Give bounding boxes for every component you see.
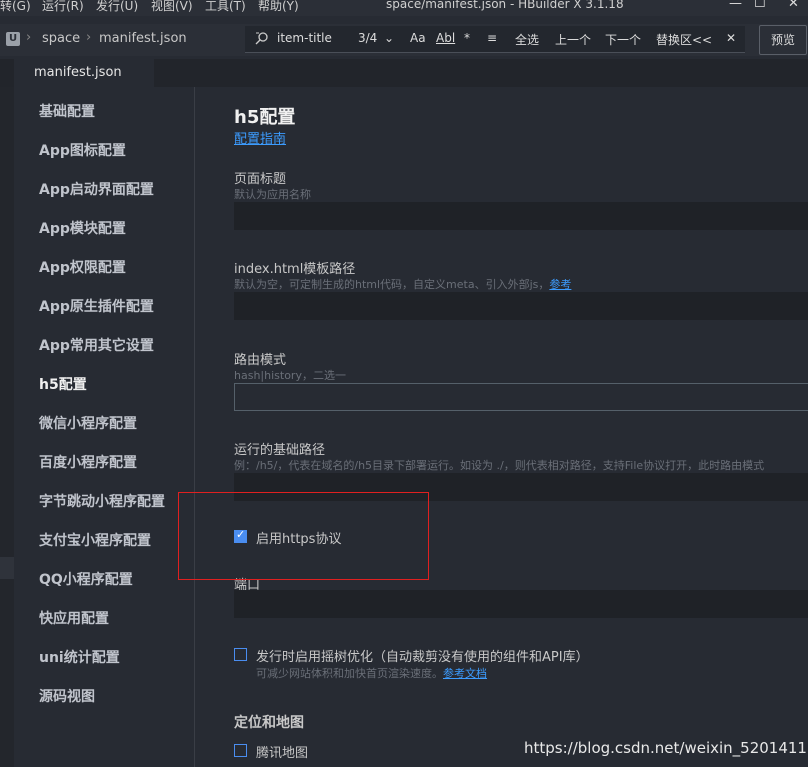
search-icon xyxy=(255,31,269,45)
sidebar-item-source-view[interactable]: 源码视图 xyxy=(39,686,95,706)
close-window-icon[interactable]: ✕ xyxy=(788,0,799,11)
map-section-title: 定位和地图 xyxy=(234,715,304,731)
template-path-hint: 默认为空，可定制生成的html代码，自定义meta、引入外部js，参考 xyxy=(234,278,572,291)
whole-word-toggle[interactable]: Abl xyxy=(436,31,455,45)
sidebar-item-alipay[interactable]: 支付宝小程序配置 xyxy=(39,530,151,550)
breadcrumb-project[interactable]: space xyxy=(42,31,80,46)
chevron-down-icon[interactable]: ⌄ xyxy=(384,31,394,45)
minimize-icon[interactable]: — xyxy=(729,0,742,11)
sidebar-item-quickapp[interactable]: 快应用配置 xyxy=(39,608,109,628)
menu-view[interactable]: 视图(V) xyxy=(151,0,193,14)
watermark: https://blog.csdn.net/weixin_52014110 xyxy=(524,739,808,757)
h5-config-panel: h5配置 配置指南 页面标题 默认为应用名称 index.html模板路径 默认… xyxy=(195,87,808,767)
gutter-marker xyxy=(0,557,14,579)
page-title-hint: 默认为应用名称 xyxy=(234,188,311,201)
menu-goto[interactable]: 转(G) xyxy=(0,0,31,14)
find-prev-button[interactable]: 上一个 xyxy=(555,31,591,48)
treeshake-checkbox[interactable] xyxy=(234,648,247,661)
sidebar-item-app-icon[interactable]: App图标配置 xyxy=(39,140,126,160)
sidebar-item-baidu[interactable]: 百度小程序配置 xyxy=(39,452,137,472)
sidebar-item-uni-stats[interactable]: uni统计配置 xyxy=(39,647,120,667)
base-path-hint: 例：/h5/，代表在域名的/h5目录下部署运行。如设为 ./，则代表相对路径，支… xyxy=(234,459,765,472)
window-title: space/manifest.json - HBuilder X 3.1.18 xyxy=(386,0,624,11)
page-title-input[interactable] xyxy=(234,202,808,230)
template-path-input[interactable] xyxy=(234,292,808,320)
sidebar-item-app-native-plugins[interactable]: App原生插件配置 xyxy=(39,296,154,316)
left-gutter xyxy=(0,87,14,767)
menu-run[interactable]: 运行(R) xyxy=(42,0,84,14)
router-mode-label: 路由模式 xyxy=(234,353,287,368)
router-mode-input[interactable] xyxy=(234,383,808,411)
sidebar-item-qq[interactable]: QQ小程序配置 xyxy=(39,569,133,589)
preview-button[interactable]: 预览 xyxy=(759,25,807,55)
select-all-button[interactable]: 全选 xyxy=(515,31,539,48)
page-title: h5配置 xyxy=(234,107,296,128)
menu-tools[interactable]: 工具(T) xyxy=(205,0,246,14)
replace-area-button[interactable]: 替换区<< xyxy=(656,31,712,48)
sidebar-item-app-permissions[interactable]: App权限配置 xyxy=(39,257,126,277)
sidebar-item-bytedance[interactable]: 字节跳动小程序配置 xyxy=(39,491,165,511)
find-bar: item-title 3/4 ⌄ Aa Abl * ≡ 全选 上一个 下一个 替… xyxy=(245,26,745,53)
treeshake-doc-link[interactable]: 参考文档 xyxy=(443,667,487,680)
base-path-label: 运行的基础路径 xyxy=(234,443,326,458)
treeshake-hint: 可减少网站体积和加快首页渲染速度。参考文档 xyxy=(256,667,487,680)
close-find-icon[interactable]: ✕ xyxy=(726,31,736,45)
page-title-label: 页面标题 xyxy=(234,172,287,187)
sidebar-item-app-modules[interactable]: App模块配置 xyxy=(39,218,126,238)
sidebar-item-wechat[interactable]: 微信小程序配置 xyxy=(39,413,137,433)
highlight-box xyxy=(178,492,429,580)
match-count: 3/4 xyxy=(358,31,378,45)
tencent-map-checkbox[interactable] xyxy=(234,744,247,757)
sidebar: 基础配置 App图标配置 App启动界面配置 App模块配置 App权限配置 A… xyxy=(14,87,195,767)
menu-bar: 转(G) 运行(R) 发行(U) 视图(V) 工具(T) 帮助(Y) space… xyxy=(0,0,808,16)
find-input[interactable]: item-title xyxy=(277,31,332,45)
sidebar-item-basic[interactable]: 基础配置 xyxy=(39,101,95,121)
menu-help[interactable]: 帮助(Y) xyxy=(258,0,299,14)
sidebar-item-app-other[interactable]: App常用其它设置 xyxy=(39,335,154,355)
regex-toggle[interactable]: * xyxy=(464,31,470,45)
maximize-icon[interactable]: ☐ xyxy=(754,0,766,11)
treeshake-label[interactable]: 发行时启用摇树优化（自动裁剪没有使用的组件和API库） xyxy=(256,646,589,665)
match-case-toggle[interactable]: Aa xyxy=(410,31,426,45)
breadcrumb-file[interactable]: manifest.json xyxy=(99,31,187,46)
project-icon[interactable]: U xyxy=(6,32,20,46)
tencent-map-label[interactable]: 腾讯地图 xyxy=(256,742,308,761)
template-path-label: index.html模板路径 xyxy=(234,262,356,277)
replace-lines-icon[interactable]: ≡ xyxy=(487,31,497,45)
router-mode-hint: hash|history，二选一 xyxy=(234,369,346,382)
find-next-button[interactable]: 下一个 xyxy=(605,31,641,48)
tab-manifest[interactable]: manifest.json xyxy=(14,59,154,87)
sidebar-item-app-splash[interactable]: App启动界面配置 xyxy=(39,179,154,199)
sidebar-item-h5[interactable]: h5配置 xyxy=(39,374,87,394)
menu-publish[interactable]: 发行(U) xyxy=(96,0,138,14)
chevron-right-icon: › xyxy=(86,30,92,45)
port-input[interactable] xyxy=(234,590,808,618)
chevron-right-icon: › xyxy=(26,30,32,45)
template-reference-link[interactable]: 参考 xyxy=(549,278,571,291)
config-guide-link[interactable]: 配置指南 xyxy=(234,128,286,147)
